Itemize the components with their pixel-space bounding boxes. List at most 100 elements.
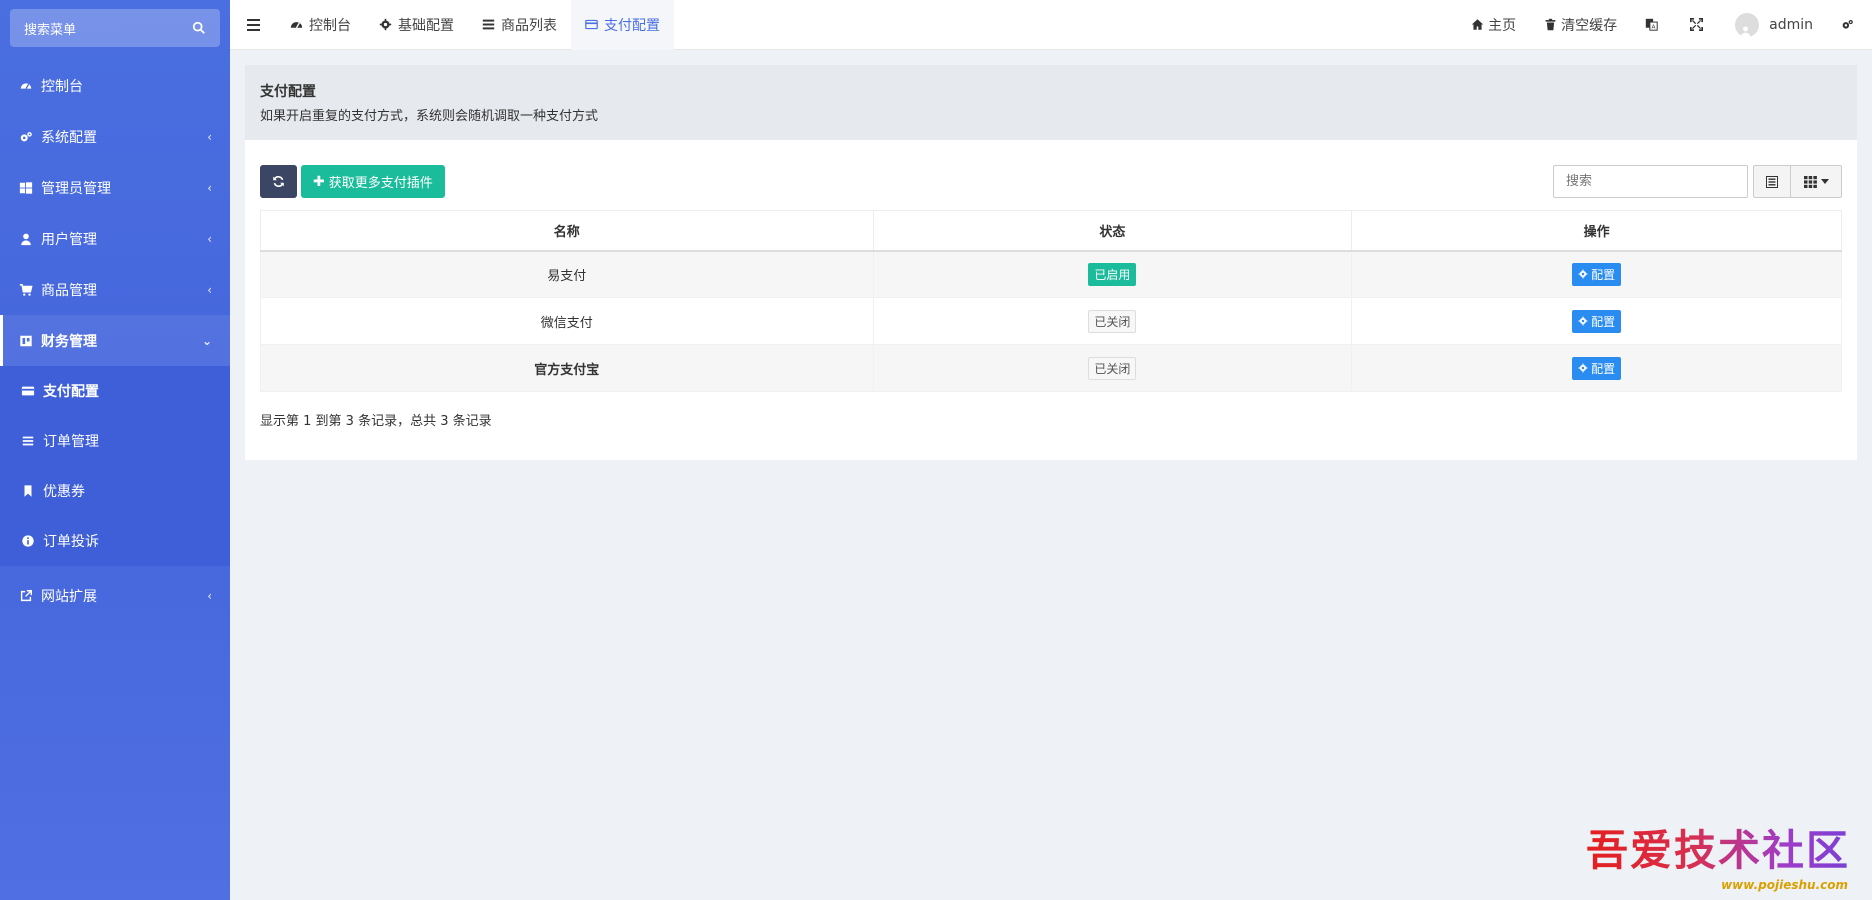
tab-payment-config[interactable]: 支付配置 bbox=[571, 0, 674, 50]
sidebar-item-label: 商品管理 bbox=[41, 282, 97, 299]
topbar-right: 主页 清空缓存 A admin bbox=[1457, 0, 1872, 50]
finance-submenu: 支付配置 订单管理 优惠券 订单投诉 bbox=[0, 366, 230, 566]
sidebar-item-payment-config[interactable]: 支付配置 bbox=[0, 366, 230, 416]
table-row: 官方支付宝 已关闭 配置 bbox=[260, 344, 1842, 392]
watermark-url: www.pojieshu.com bbox=[1721, 878, 1848, 892]
menu-search-input[interactable]: 搜索菜单 bbox=[10, 9, 220, 47]
avatar bbox=[1735, 12, 1760, 37]
username: admin bbox=[1769, 16, 1813, 33]
sidebar-item-label: 网站扩展 bbox=[41, 588, 97, 605]
translate-icon: A bbox=[1645, 18, 1658, 31]
sidebar-item-label: 用户管理 bbox=[41, 231, 97, 248]
fullscreen-icon bbox=[1690, 18, 1704, 31]
chevron-left-icon: ‹ bbox=[207, 180, 212, 195]
credit-card-icon bbox=[20, 383, 36, 399]
tab-basic-config[interactable]: 基础配置 bbox=[365, 0, 468, 50]
payment-name: 微信支付 bbox=[260, 297, 874, 345]
sidebar-item-label: 订单管理 bbox=[43, 434, 99, 450]
sidebar-item-dashboard[interactable]: 控制台 bbox=[0, 60, 230, 111]
sidebar-item-coupons[interactable]: 优惠券 bbox=[0, 466, 230, 516]
chevron-left-icon: ‹ bbox=[207, 231, 212, 246]
column-header-status[interactable]: 状态 bbox=[872, 210, 1353, 252]
sidebar-item-system-config[interactable]: 系统配置 ‹ bbox=[0, 111, 230, 162]
sidebar-item-complaints[interactable]: 订单投诉 bbox=[0, 516, 230, 566]
toggle-view-button[interactable] bbox=[1753, 165, 1791, 198]
status-badge[interactable]: 已关闭 bbox=[1088, 356, 1137, 380]
configure-label: 配置 bbox=[1591, 314, 1616, 329]
translate-button[interactable]: A bbox=[1631, 0, 1676, 50]
sidebar-item-label: 管理员管理 bbox=[41, 180, 111, 197]
card-view-icon bbox=[1766, 175, 1778, 188]
gear-icon bbox=[1578, 363, 1588, 373]
status-cell: 已关闭 bbox=[872, 297, 1353, 345]
sidebar-toggle-button[interactable] bbox=[230, 0, 276, 50]
table-header-row: 名称 状态 操作 bbox=[260, 210, 1842, 252]
sidebar-item-orders[interactable]: 订单管理 bbox=[0, 416, 230, 466]
user-icon bbox=[18, 231, 34, 247]
sidebar: 搜索菜单 控制台 系统配置 ‹ 管理员管理 ‹ 用户管理 ‹ 商品管理 ‹ 财务… bbox=[0, 0, 230, 900]
sidebar-nav: 控制台 系统配置 ‹ 管理员管理 ‹ 用户管理 ‹ 商品管理 ‹ 财务管理 ⌄ bbox=[0, 60, 230, 621]
top-navbar: 控制台 基础配置 商品列表 支付配置 主页 清空缓存 A admin bbox=[230, 0, 1872, 50]
configure-button[interactable]: 配置 bbox=[1572, 309, 1622, 333]
column-header-action[interactable]: 操作 bbox=[1351, 210, 1842, 252]
tab-label: 商品列表 bbox=[501, 17, 557, 34]
clear-cache-button[interactable]: 清空缓存 bbox=[1530, 0, 1631, 50]
table-row: 微信支付 已关闭 配置 bbox=[260, 297, 1842, 345]
tab-label: 控制台 bbox=[309, 17, 351, 34]
menu-search-placeholder: 搜索菜单 bbox=[24, 22, 77, 38]
home-label: 主页 bbox=[1488, 17, 1517, 34]
list-icon bbox=[482, 19, 495, 30]
sidebar-item-site-ext[interactable]: 网站扩展 ‹ bbox=[0, 570, 230, 621]
configure-button[interactable]: 配置 bbox=[1572, 356, 1622, 380]
action-cell: 配置 bbox=[1351, 344, 1842, 392]
configure-label: 配置 bbox=[1591, 267, 1616, 282]
sidebar-item-users[interactable]: 用户管理 ‹ bbox=[0, 213, 230, 264]
fullscreen-button[interactable] bbox=[1676, 0, 1721, 50]
control-sidebar-button[interactable] bbox=[1827, 0, 1872, 50]
user-menu[interactable]: admin bbox=[1721, 0, 1827, 50]
status-badge[interactable]: 已关闭 bbox=[1088, 309, 1137, 333]
table-search-input[interactable] bbox=[1553, 165, 1748, 198]
cogs-icon bbox=[1842, 19, 1853, 29]
columns-toggle-button[interactable] bbox=[1790, 165, 1842, 198]
gear-icon bbox=[1578, 316, 1588, 326]
configure-button[interactable]: 配置 bbox=[1572, 262, 1622, 286]
sidebar-item-products[interactable]: 商品管理 ‹ bbox=[0, 264, 230, 315]
sidebar-item-label: 财务管理 bbox=[41, 333, 97, 350]
sidebar-item-admin[interactable]: 管理员管理 ‹ bbox=[0, 162, 230, 213]
trash-icon bbox=[1545, 18, 1556, 31]
external-link-icon bbox=[18, 588, 34, 604]
status-badge[interactable]: 已启用 bbox=[1088, 262, 1137, 286]
info-icon bbox=[20, 533, 36, 549]
tab-product-list[interactable]: 商品列表 bbox=[468, 0, 571, 50]
chevron-left-icon: ‹ bbox=[207, 129, 212, 144]
column-header-name[interactable]: 名称 bbox=[260, 210, 874, 252]
sidebar-item-label: 系统配置 bbox=[41, 129, 97, 146]
dashboard-icon bbox=[18, 78, 34, 94]
cart-icon bbox=[18, 282, 34, 298]
windows-icon bbox=[18, 180, 34, 196]
payment-name: 官方支付宝 bbox=[260, 344, 874, 392]
caret-down-icon bbox=[1820, 179, 1829, 184]
main-panel: ✚ 获取更多支付插件 名称 状态 操作 易支付 已启用 配置 bbox=[245, 140, 1857, 460]
home-link[interactable]: 主页 bbox=[1457, 0, 1530, 50]
chevron-down-icon: ⌄ bbox=[201, 333, 212, 348]
action-cell: 配置 bbox=[1351, 250, 1842, 298]
hamburger-icon bbox=[246, 18, 260, 31]
page-title: 支付配置 bbox=[260, 84, 316, 100]
watermark-logo: 吾爱技术社区 www.pojieshu.com bbox=[1562, 826, 1862, 896]
dashboard-icon bbox=[290, 22, 303, 29]
watermark-text: 吾爱技术社区 bbox=[1586, 817, 1850, 878]
content-header: 支付配置 如果开启重复的支付方式，系统则会随机调取一种支付方式 bbox=[245, 65, 1857, 140]
payment-table: 名称 状态 操作 易支付 已启用 配置 微信支付 已关闭 配置 官方支付宝 已关… bbox=[260, 210, 1842, 392]
get-more-plugins-label: 获取更多支付插件 bbox=[328, 176, 433, 191]
search-icon bbox=[192, 21, 205, 34]
refresh-button[interactable] bbox=[260, 165, 297, 198]
list-icon bbox=[20, 433, 36, 449]
sidebar-item-label: 支付配置 bbox=[43, 384, 99, 400]
get-more-plugins-button[interactable]: ✚ 获取更多支付插件 bbox=[301, 165, 445, 198]
tab-label: 支付配置 bbox=[604, 17, 660, 34]
tab-dashboard[interactable]: 控制台 bbox=[276, 0, 365, 50]
clear-cache-label: 清空缓存 bbox=[1561, 17, 1618, 34]
sidebar-item-finance[interactable]: 财务管理 ⌄ bbox=[0, 315, 230, 366]
